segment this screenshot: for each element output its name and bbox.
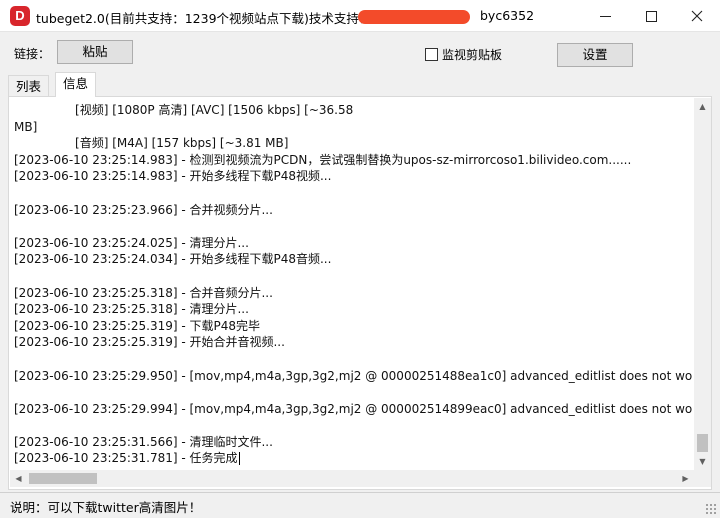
scroll-left-icon[interactable]: ◀: [10, 470, 27, 487]
scrollbar-corner: [694, 470, 711, 487]
scroll-up-icon[interactable]: ▲: [694, 98, 711, 115]
tab-info[interactable]: 信息: [55, 72, 97, 97]
window-title-suffix: byc6352: [480, 8, 535, 23]
log-line: [音频] [M4A] [157 kbps] [~3.81 MB]: [14, 136, 289, 151]
close-icon: [691, 10, 703, 22]
log-line: MB]: [14, 119, 38, 134]
maximize-icon: [645, 10, 657, 22]
log-line: [2023-06-10 23:25:25.318] - 清理分片...: [14, 302, 249, 317]
app-icon: D: [10, 6, 30, 26]
title-bar: D tubeget2.0(目前共支持：1239个视频站点下载)技术支持： byc…: [0, 0, 720, 32]
text-caret: [238, 452, 240, 466]
minimize-button[interactable]: [582, 0, 628, 32]
tab-list[interactable]: 列表: [8, 75, 50, 96]
log-line: [2023-06-10 23:25:25.319] - 下载P48完毕: [14, 318, 260, 333]
log-line: [2023-06-10 23:25:25.318] - 合并音频分片...: [14, 285, 273, 300]
maximize-button[interactable]: [628, 0, 674, 32]
info-panel: [视频] [1080P 高清] [AVC] [1506 kbps] [~36.5…: [8, 96, 712, 490]
paste-button[interactable]: 粘贴: [57, 40, 133, 64]
log-line: [视频] [1080P 高清] [AVC] [1506 kbps] [~36.5…: [14, 103, 354, 117]
window-title: tubeget2.0(目前共支持：1239个视频站点下载)技术支持：: [36, 11, 372, 26]
close-button[interactable]: [674, 0, 720, 32]
log-line: [2023-06-10 23:25:14.983] - 开始多线程下载P48视频…: [14, 169, 332, 184]
scroll-right-icon[interactable]: ▶: [677, 470, 694, 487]
log-line: [2023-06-10 23:25:14.983] - 检测到视频流为PCDN，…: [14, 152, 632, 167]
log-line: [2023-06-10 23:25:23.966] - 合并视频分片...: [14, 202, 273, 217]
log-line: [2023-06-10 23:25:29.950] - [mov,mp4,m4a…: [14, 368, 693, 383]
log-line: [2023-06-10 23:25:31.781] - 任务完成: [14, 451, 240, 466]
link-label: 链接：: [14, 47, 51, 61]
horizontal-scroll-thumb[interactable]: [29, 473, 97, 484]
settings-button[interactable]: 设置: [557, 43, 633, 67]
horizontal-scrollbar[interactable]: ◀ ▶: [10, 470, 694, 487]
log-line: [2023-06-10 23:25:29.994] - [mov,mp4,m4a…: [14, 401, 693, 416]
scroll-down-icon[interactable]: ▼: [694, 453, 711, 470]
log-line: [2023-06-10 23:25:25.319] - 开始合并音视频...: [14, 335, 285, 350]
redacted-contact: [358, 10, 470, 24]
vertical-scrollbar[interactable]: ▲ ▼: [694, 98, 711, 470]
monitor-clipboard-checkbox[interactable]: 监视剪贴板: [425, 46, 502, 63]
log-line: [2023-06-10 23:25:31.566] - 清理临时文件...: [14, 434, 273, 449]
status-text: 说明：可以下载twitter高清图片！: [10, 500, 202, 515]
resize-grip-icon[interactable]: [705, 503, 717, 515]
status-bar: 说明：可以下载twitter高清图片！: [0, 492, 720, 518]
monitor-clipboard-label: 监视剪贴板: [442, 48, 503, 62]
minimize-icon: [599, 15, 611, 17]
log-output[interactable]: [视频] [1080P 高清] [AVC] [1506 kbps] [~36.5…: [14, 102, 693, 472]
log-line: [2023-06-10 23:25:24.025] - 清理分片...: [14, 235, 249, 250]
log-line: [2023-06-10 23:25:24.034] - 开始多线程下载P48音频…: [14, 252, 332, 267]
checkbox-box[interactable]: [425, 48, 438, 61]
vertical-scroll-thumb[interactable]: [697, 434, 708, 452]
